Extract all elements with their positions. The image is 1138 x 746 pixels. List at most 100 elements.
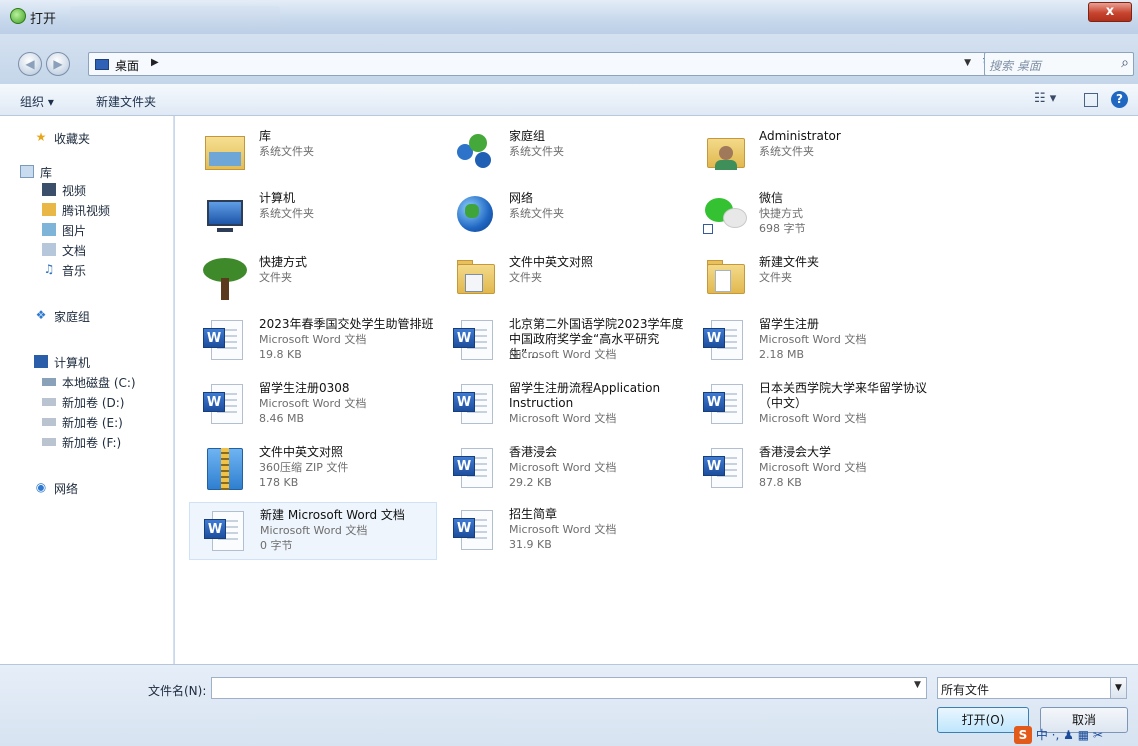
file-item[interactable]: W 招生简章 Microsoft Word 文档 31.9 KB bbox=[439, 502, 687, 560]
file-item[interactable]: 文件中英文对照 360压缩 ZIP 文件 178 KB bbox=[189, 440, 437, 498]
new-folder-button[interactable]: 新建文件夹 bbox=[96, 93, 156, 110]
preview-pane-icon[interactable] bbox=[1084, 93, 1098, 107]
file-item[interactable]: 新建文件夹 文件夹 bbox=[689, 250, 937, 308]
file-item-selected[interactable]: W 新建 Microsoft Word 文档 Microsoft Word 文档… bbox=[189, 502, 437, 560]
navigation-pane: ★ 收藏夹 库 视频 腾讯视频 图片 文档 ♫ 音乐 ❖ 家庭组 计算机 本地磁… bbox=[0, 116, 174, 664]
file-item[interactable]: 计算机 系统文件夹 bbox=[189, 186, 437, 244]
file-type: 文件夹 bbox=[509, 271, 542, 284]
nav-music[interactable]: ♫ 音乐 bbox=[0, 260, 174, 280]
computer-icon bbox=[201, 192, 247, 238]
nav-network[interactable]: ◉ 网络 bbox=[0, 478, 174, 498]
view-options-icon[interactable]: ☷ ▾ bbox=[1034, 91, 1056, 106]
window-title: 打开 bbox=[30, 12, 57, 27]
nav-libraries-label: 库 bbox=[40, 166, 53, 180]
file-type-select[interactable]: 所有文件 ▼ bbox=[937, 677, 1127, 699]
word-icon: W bbox=[701, 446, 747, 492]
zip-icon bbox=[201, 446, 247, 492]
wechat-icon bbox=[701, 192, 747, 238]
file-item[interactable]: 库 系统文件夹 bbox=[189, 124, 437, 182]
word-icon: W bbox=[701, 382, 747, 428]
background-tab-blur bbox=[70, 6, 280, 28]
file-type: 系统文件夹 bbox=[509, 207, 564, 220]
ime-tools-icon[interactable]: ·, ♟ ▦ ✂ bbox=[1052, 728, 1103, 742]
nav-drive-d[interactable]: 新加卷 (D:) bbox=[0, 392, 174, 412]
close-button[interactable]: x bbox=[1088, 2, 1132, 22]
file-name: 家庭组 bbox=[509, 129, 546, 143]
word-icon: W bbox=[201, 318, 247, 364]
filename-dropdown-icon[interactable]: ▼ bbox=[914, 680, 921, 690]
organize-button[interactable]: 组织 ▾ bbox=[20, 93, 54, 110]
file-item[interactable]: 家庭组 系统文件夹 bbox=[439, 124, 687, 182]
file-item[interactable]: W 香港浸会大学 Microsoft Word 文档 87.8 KB bbox=[689, 440, 937, 498]
breadcrumb-arrow-icon[interactable]: ▶ bbox=[151, 57, 159, 68]
word-icon: W bbox=[202, 509, 248, 555]
file-size: 2.18 MB bbox=[759, 348, 805, 361]
network-icon: ◉ bbox=[35, 480, 47, 494]
nav-drive-f-label: 新加卷 (F:) bbox=[62, 436, 122, 450]
file-type: 快捷方式 bbox=[759, 207, 803, 220]
file-type: Microsoft Word 文档 bbox=[509, 523, 617, 536]
ime-language[interactable]: 中 bbox=[1036, 728, 1048, 742]
forward-button[interactable]: ▶ bbox=[46, 52, 70, 76]
folder-icon bbox=[42, 203, 56, 216]
nav-videos[interactable]: 视频 bbox=[0, 180, 174, 200]
help-icon[interactable]: ? bbox=[1111, 91, 1128, 108]
nav-documents[interactable]: 文档 bbox=[0, 240, 174, 260]
breadcrumb-desktop[interactable]: 桌面 bbox=[115, 57, 139, 74]
nav-drive-e-label: 新加卷 (E:) bbox=[62, 416, 123, 430]
nav-tencent-video[interactable]: 腾讯视频 bbox=[0, 200, 174, 220]
nav-drive-c[interactable]: 本地磁盘 (C:) bbox=[0, 372, 174, 392]
file-name: 香港浸会大学 bbox=[759, 445, 832, 459]
nav-drive-e[interactable]: 新加卷 (E:) bbox=[0, 412, 174, 432]
file-item[interactable]: W 留学生注册流程Application Instruction Microso… bbox=[439, 376, 687, 434]
file-item[interactable]: W 北京第二外国语学院2023学年度中国政府奖学金“高水平研究生”... Mic… bbox=[439, 312, 687, 370]
file-item[interactable]: 微信 快捷方式 698 字节 bbox=[689, 186, 937, 244]
file-item[interactable]: 文件中英文对照 文件夹 bbox=[439, 250, 687, 308]
file-item[interactable]: W 留学生注册0308 Microsoft Word 文档 8.46 MB bbox=[189, 376, 437, 434]
nav-computer-label: 计算机 bbox=[54, 356, 91, 370]
address-dropdown-icon[interactable]: ▼ bbox=[964, 58, 971, 68]
folder-icon bbox=[701, 256, 747, 302]
search-placeholder: 搜索 桌面 bbox=[989, 59, 1041, 73]
nav-drive-f[interactable]: 新加卷 (F:) bbox=[0, 432, 174, 452]
file-type: Microsoft Word 文档 bbox=[759, 461, 867, 474]
back-button[interactable]: ◀ bbox=[18, 52, 42, 76]
address-bar[interactable]: 桌面 ▶ ▼ ↻ bbox=[88, 52, 1000, 76]
nav-music-label: 音乐 bbox=[62, 264, 87, 278]
file-item[interactable]: W 日本关西学院大学来华留学协议（中文） Microsoft Word 文档 bbox=[689, 376, 937, 434]
search-icon[interactable]: ⌕ bbox=[1121, 55, 1129, 71]
file-size: 8.46 MB bbox=[259, 412, 305, 425]
nav-homegroup[interactable]: ❖ 家庭组 bbox=[0, 306, 174, 326]
ime-toolbar[interactable]: S 中 ·, ♟ ▦ ✂ bbox=[1014, 726, 1138, 746]
file-name: 留学生注册流程Application Instruction bbox=[509, 381, 661, 410]
drive-icon bbox=[42, 418, 56, 426]
library-icon bbox=[201, 130, 247, 176]
drive-icon bbox=[42, 438, 56, 446]
nav-computer[interactable]: 计算机 bbox=[0, 352, 174, 372]
file-size: 87.8 KB bbox=[759, 476, 802, 489]
nav-drive-d-label: 新加卷 (D:) bbox=[62, 396, 125, 410]
file-item[interactable]: Administrator 系统文件夹 bbox=[689, 124, 937, 182]
search-input[interactable]: 搜索 桌面 ⌕ bbox=[984, 52, 1134, 76]
nav-videos-label: 视频 bbox=[62, 184, 87, 198]
file-size: 19.8 KB bbox=[259, 348, 302, 361]
file-type: 系统文件夹 bbox=[759, 145, 814, 158]
filename-input[interactable] bbox=[211, 677, 927, 699]
chevron-down-icon[interactable]: ▼ bbox=[1110, 678, 1126, 698]
folder-icon bbox=[451, 256, 497, 302]
file-type: Microsoft Word 文档 bbox=[509, 348, 617, 361]
star-icon: ★ bbox=[35, 130, 47, 144]
nav-favorites[interactable]: ★ 收藏夹 bbox=[0, 128, 174, 148]
file-item[interactable]: 快捷方式 文件夹 bbox=[189, 250, 437, 308]
file-size: 0 字节 bbox=[260, 539, 293, 552]
file-type: Microsoft Word 文档 bbox=[759, 333, 867, 346]
file-item[interactable]: W 留学生注册 Microsoft Word 文档 2.18 MB bbox=[689, 312, 937, 370]
nav-libraries[interactable]: 库 bbox=[0, 162, 174, 182]
nav-pictures[interactable]: 图片 bbox=[0, 220, 174, 240]
file-item[interactable]: W 香港浸会 Microsoft Word 文档 29.2 KB bbox=[439, 440, 687, 498]
nav-tencent-video-label: 腾讯视频 bbox=[62, 204, 111, 218]
file-name: 新建 Microsoft Word 文档 bbox=[260, 508, 405, 522]
file-item[interactable]: W 2023年春季国交处学生助管排班 Microsoft Word 文档 19.… bbox=[189, 312, 437, 370]
file-item[interactable]: 网络 系统文件夹 bbox=[439, 186, 687, 244]
file-type: 系统文件夹 bbox=[509, 145, 564, 158]
